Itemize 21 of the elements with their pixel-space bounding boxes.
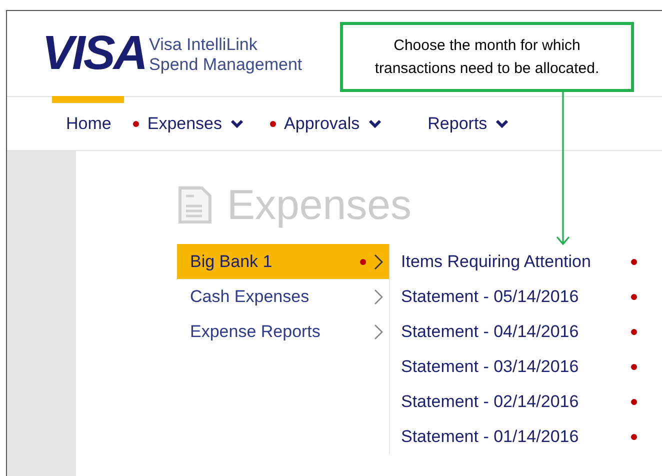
product-name: Visa IntelliLink [149,34,258,54]
nav-link[interactable]: Home [66,110,112,136]
menu-item[interactable]: Cash Expenses [177,279,389,314]
chevron-right-icon [373,288,385,306]
nav-link[interactable]: Reports [428,110,488,136]
submenu-link[interactable]: Statement - 05/14/2016 [401,284,579,310]
visa-logo: VISA [42,30,146,78]
submenu-link[interactable]: Items Requiring Attention [401,248,591,274]
nav-link[interactable]: Expenses [147,110,222,136]
submenu-link[interactable]: Statement - 02/14/2016 [401,388,579,414]
product-name: Spend Management [149,54,302,74]
submenu-link[interactable]: Statement - 03/14/2016 [401,354,579,380]
chevron-right-icon [373,252,385,270]
submenu-link[interactable]: Statement - 01/14/2016 [401,424,579,450]
chevron-right-icon [373,322,385,340]
menu-item[interactable]: Big Bank 1 [177,244,389,279]
menu-item[interactable]: Expense Reports [177,314,389,349]
document-icon [177,186,213,224]
submenu-link[interactable]: Statement - 04/14/2016 [401,318,579,344]
nav-link[interactable]: Approvals [284,110,360,136]
callout-box: Choose the month for which transactions need to be allocated. [340,22,634,92]
